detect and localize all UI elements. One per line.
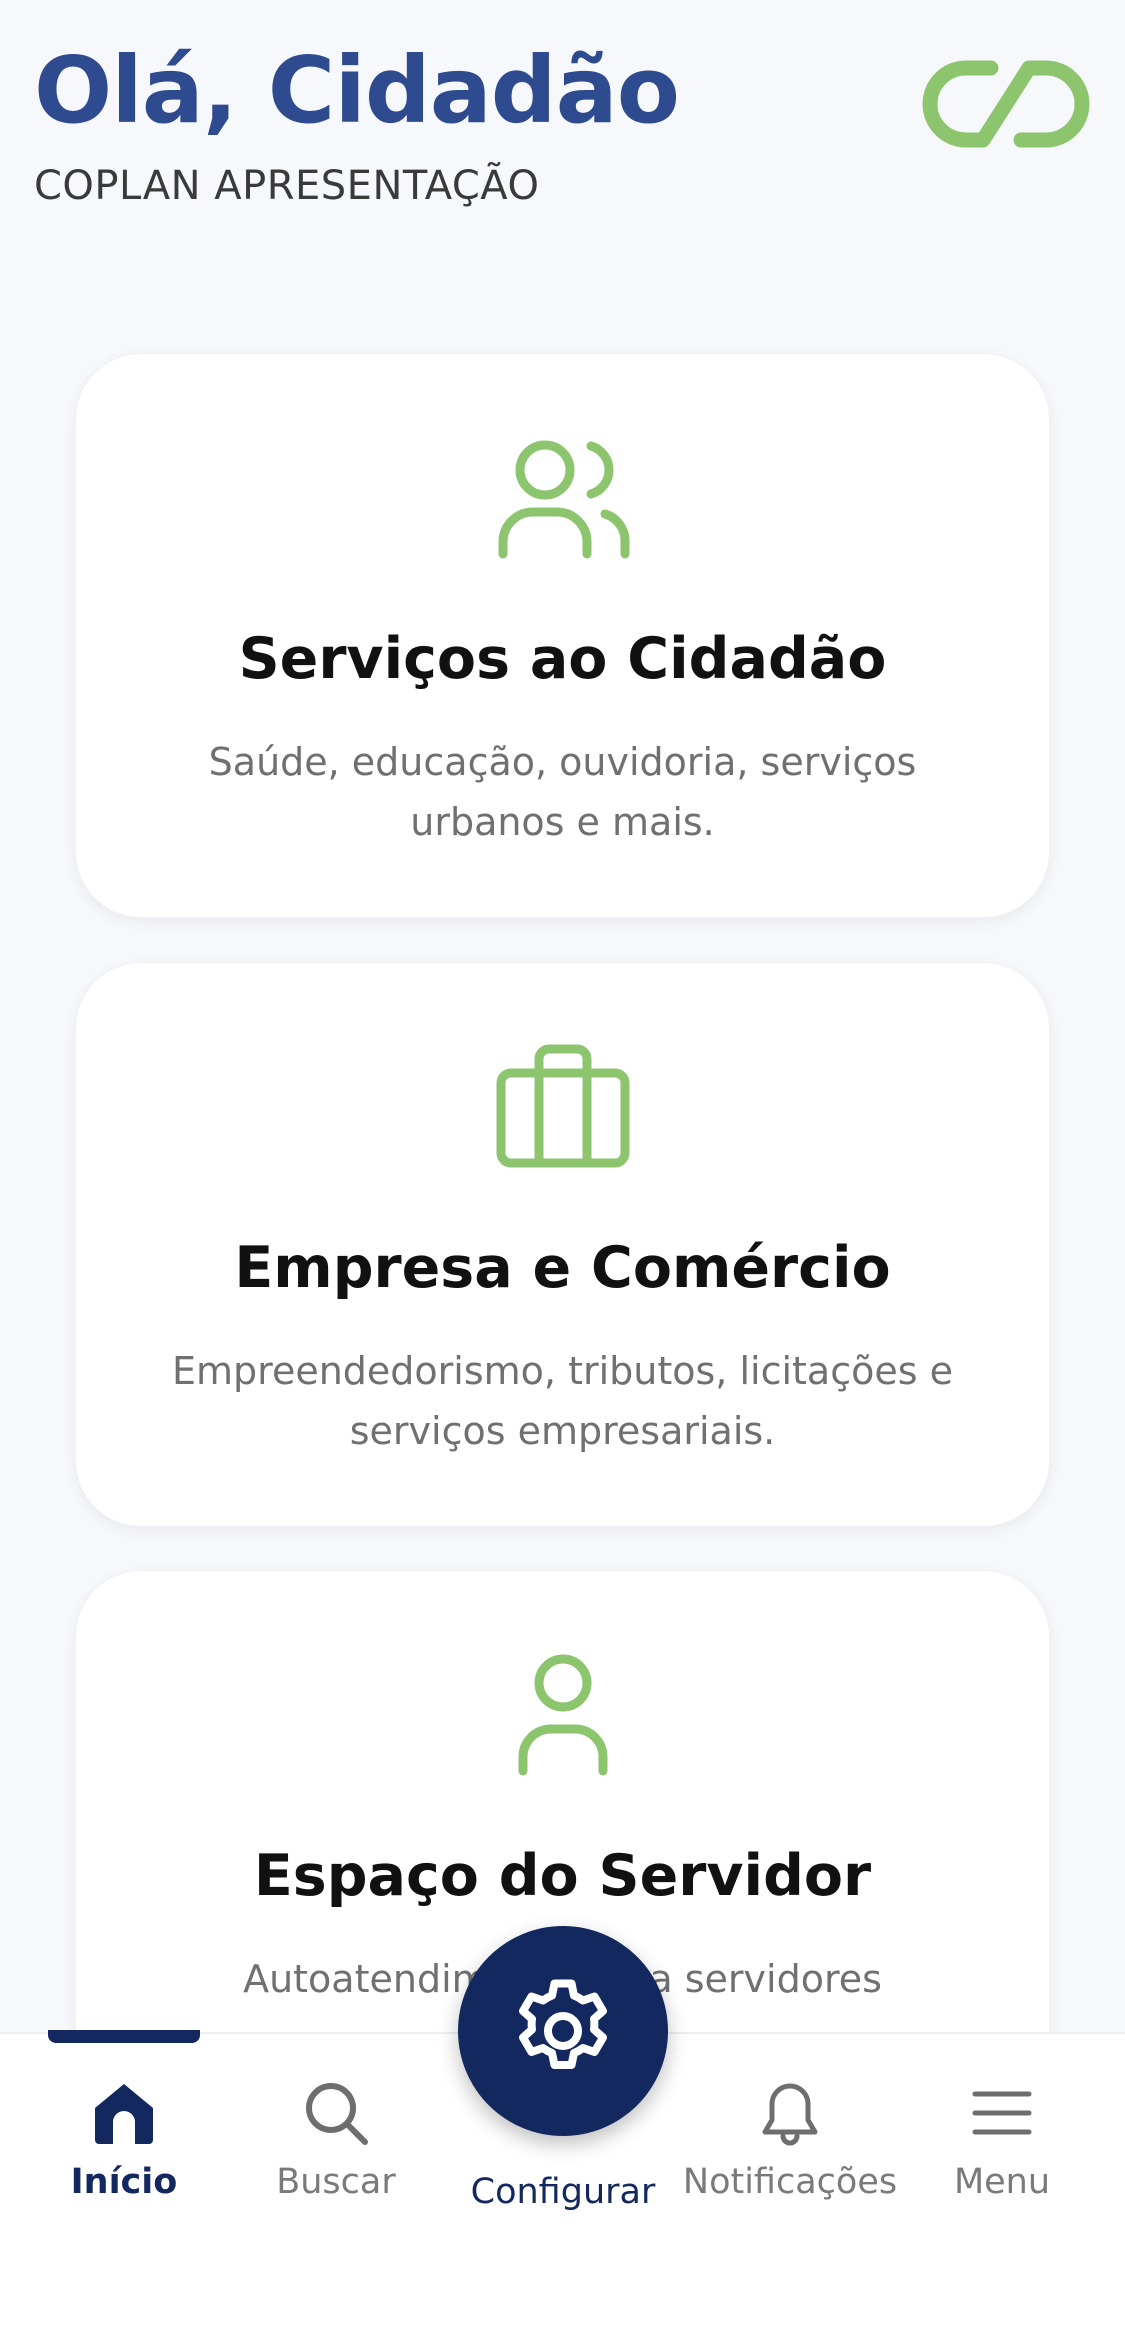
- home-icon: [95, 2084, 153, 2144]
- app-logo-icon: [922, 60, 1090, 148]
- nav-item-buscar[interactable]: Buscar: [246, 2068, 426, 2202]
- configurar-label: Configurar: [470, 2172, 656, 2212]
- nav-label: Buscar: [276, 2162, 396, 2202]
- card-title: Serviços ao Cidadão: [238, 626, 887, 692]
- card-servicos-cidadao[interactable]: Serviços ao Cidadão Saúde, educação, ouv…: [75, 353, 1050, 918]
- gear-icon: [519, 1979, 607, 2069]
- nav-item-menu[interactable]: Menu: [912, 2068, 1092, 2202]
- briefcase-icon: [496, 1044, 629, 1168]
- card-description: Saúde, educação, ouvidoria, serviços urb…: [208, 740, 917, 844]
- card-description: Empreendedorismo, tributos, licitações e…: [172, 1349, 953, 1453]
- users-icon: [498, 440, 629, 559]
- greeting-title: Olá, Cidadão: [34, 37, 680, 144]
- nav-label: Início: [70, 2162, 178, 2202]
- hamburger-menu-icon: [972, 2091, 1032, 2135]
- organization-name: COPLAN APRESENTAÇÃO: [34, 163, 540, 210]
- user-icon: [518, 1654, 607, 1776]
- nav-item-notificacoes[interactable]: Notificações: [680, 2068, 900, 2202]
- configurar-button[interactable]: [458, 1926, 668, 2136]
- nav-label: Notificações: [682, 2162, 898, 2202]
- bell-icon: [762, 2083, 818, 2146]
- card-title: Espaço do Servidor: [253, 1843, 872, 1909]
- card-title: Empresa e Comércio: [234, 1235, 891, 1301]
- card-empresa-comercio[interactable]: Empresa e Comércio Empreendedorismo, tri…: [75, 962, 1050, 1527]
- nav-label: Menu: [953, 2162, 1051, 2202]
- active-tab-indicator: [48, 2030, 200, 2043]
- search-icon: [306, 2083, 368, 2145]
- nav-item-inicio[interactable]: Início: [34, 2068, 214, 2202]
- header: Olá, Cidadão COPLAN APRESENTAÇÃO: [34, 37, 680, 210]
